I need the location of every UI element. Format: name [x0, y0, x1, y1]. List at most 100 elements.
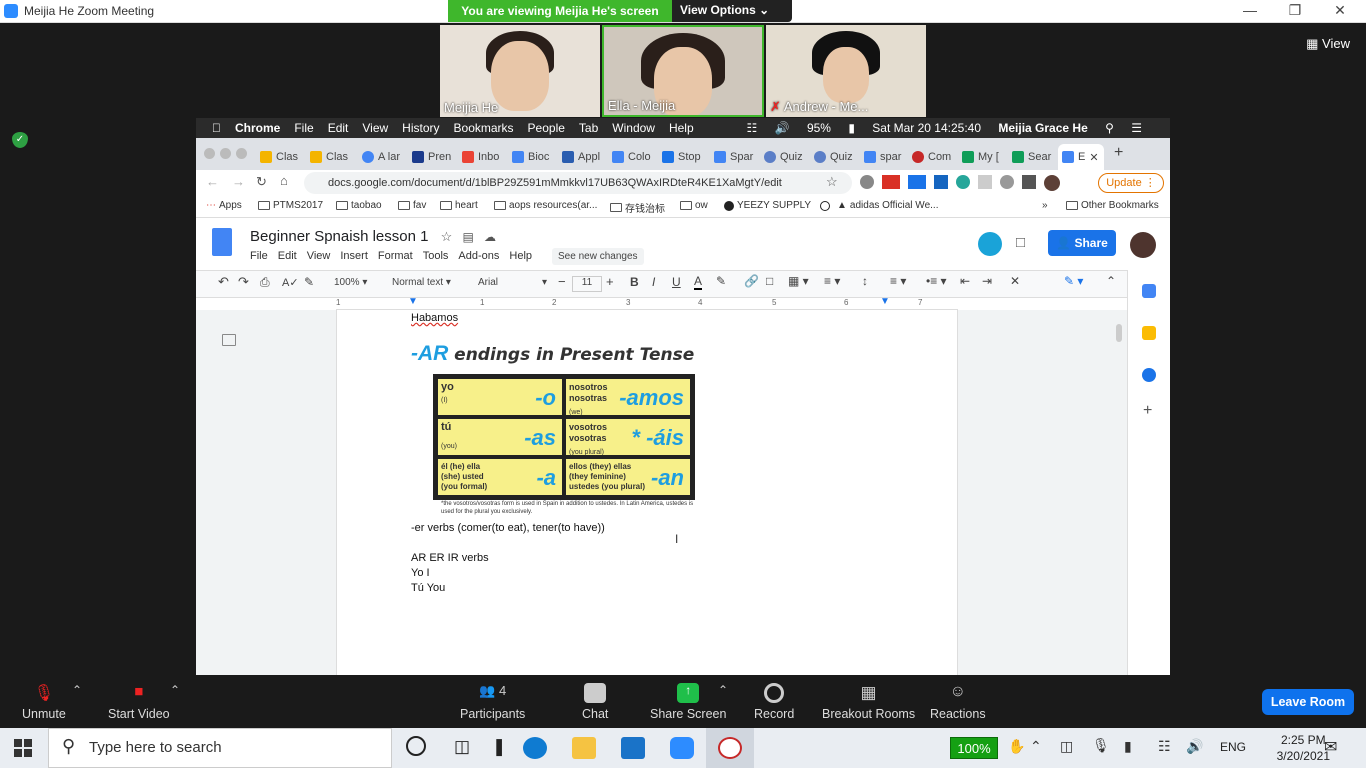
docs-menu-addons[interactable]: Add-ons [458, 250, 499, 262]
move-folder-icon[interactable]: ▤ [462, 230, 473, 244]
tab-search[interactable]: Sear [1012, 144, 1058, 170]
text-tu[interactable]: Tú You [411, 582, 445, 594]
link-icon[interactable]: 🔗 [744, 274, 759, 288]
tab-close-icon[interactable]: ✕ [1089, 151, 1098, 164]
participants-button[interactable]: 👥 4 Participants [460, 683, 525, 721]
puzzle-extensions-icon[interactable] [1022, 175, 1036, 189]
bookmark-aops[interactable]: aops resources(ar... [494, 200, 597, 211]
bookmark-adidas[interactable]: ▲ adidas Official We... [820, 200, 938, 211]
tab-appl[interactable]: Appl [562, 144, 608, 170]
tab-com[interactable]: Com [912, 144, 958, 170]
window-zoom-dot[interactable] [236, 148, 247, 159]
language-indicator[interactable]: ENG [1220, 740, 1246, 754]
docs-menu-insert[interactable]: Insert [340, 250, 368, 262]
tab-spar-2[interactable]: spar [864, 144, 910, 170]
gmail-extension-icon[interactable] [882, 175, 900, 189]
zoom-percent-badge[interactable]: 100% [950, 737, 998, 759]
bookmarks-more-icon[interactable]: » [1042, 200, 1048, 211]
volume-icon[interactable]: 🔊 [775, 121, 790, 135]
account-avatar[interactable] [1130, 232, 1156, 258]
font-size-increase-icon[interactable]: + [606, 274, 614, 289]
tab-colo[interactable]: Colo [612, 144, 658, 170]
google-docs-icon[interactable] [212, 228, 232, 256]
apple-icon[interactable]:  [212, 121, 221, 135]
zoom-select[interactable]: 100% ▾ [334, 277, 367, 288]
tab-spar-1[interactable]: Spar [714, 144, 760, 170]
clear-formatting-icon[interactable]: ✕ [1010, 274, 1020, 288]
docs-menu-edit[interactable]: Edit [278, 250, 297, 262]
indent-marker-icon[interactable]: ▼ [408, 296, 418, 307]
meet-avatar-icon[interactable] [978, 232, 1002, 256]
increase-indent-icon[interactable]: ⇥ [982, 274, 992, 288]
font-size-input[interactable]: 11 [572, 276, 602, 292]
battery-tray-icon[interactable]: ▮ [1124, 738, 1132, 755]
tab-classroom-1[interactable]: Clas [260, 144, 306, 170]
mac-menu-bookmarks[interactable]: Bookmarks [454, 121, 514, 135]
tray-chevron-icon[interactable]: ⌃ [1030, 738, 1042, 755]
screen-recorder-icon[interactable] [718, 737, 742, 759]
tab-quiz-1[interactable]: Quiz [764, 144, 810, 170]
mac-menu-view[interactable]: View [362, 121, 388, 135]
taskbar-search-input[interactable]: Type here to search [48, 728, 392, 768]
highlight-icon[interactable]: ✎ [716, 274, 726, 288]
touch-icon[interactable]: ✋ [1008, 738, 1025, 755]
bookmark-ptms2017[interactable]: PTMS2017 [258, 200, 323, 211]
profile-avatar[interactable] [1044, 175, 1060, 191]
italic-icon[interactable]: I [652, 275, 655, 289]
docs-menu-tools[interactable]: Tools [423, 250, 449, 262]
tab-pren[interactable]: Pren [412, 144, 458, 170]
bookmark-ow[interactable]: ow [680, 200, 708, 211]
calendar-icon[interactable] [1142, 284, 1156, 298]
text-yo[interactable]: Yo I [411, 567, 430, 579]
battery-percent[interactable]: 95% [807, 121, 831, 135]
tab-bioc[interactable]: Bioc [512, 144, 558, 170]
bookmark-yeezy[interactable]: YEEZY SUPPLY [724, 200, 811, 211]
bold-icon[interactable]: B [630, 275, 639, 289]
back-icon[interactable]: ← [206, 174, 219, 189]
windows-start-icon[interactable] [14, 739, 32, 757]
line-spacing-icon[interactable]: ↕ [862, 274, 868, 288]
docs-menu-view[interactable]: View [307, 250, 331, 262]
unmute-button[interactable]: 🎙 Unmute [22, 683, 66, 721]
tab-google[interactable]: A lar [362, 144, 408, 170]
font-size-decrease-icon[interactable]: − [558, 274, 566, 289]
decrease-indent-icon[interactable]: ⇤ [960, 274, 970, 288]
file-explorer-icon[interactable] [572, 737, 596, 759]
start-video-button[interactable]: ■ Start Video [108, 683, 170, 721]
mac-clock[interactable]: Sat Mar 20 14:25:40 [872, 121, 981, 135]
cloud-status-icon[interactable]: ☁ [484, 230, 496, 244]
tab-classroom-2[interactable]: Clas [310, 144, 356, 170]
text-habamos[interactable]: Habamos [411, 312, 458, 324]
tasks-icon[interactable] [1142, 368, 1156, 382]
numbered-list-icon[interactable]: ≡ ▾ [890, 274, 906, 288]
editing-mode-icon[interactable]: ✎ ▾ [1064, 274, 1083, 288]
bookmark-cunqian[interactable]: 存钱治标 [610, 200, 665, 215]
mac-app-name[interactable]: Chrome [235, 121, 280, 135]
star-icon[interactable]: ☆ [441, 229, 453, 244]
volume-tray-icon[interactable]: 🔊 [1186, 738, 1203, 755]
document-title[interactable]: Beginner Spnaish lesson 1 ☆ ▤ ☁ [250, 228, 496, 245]
print-icon[interactable]: ⎙ [260, 275, 270, 290]
reload-icon[interactable]: ↻ [256, 174, 267, 190]
align-icon[interactable]: ≡ ▾ [824, 274, 840, 288]
audio-options-chevron-icon[interactable]: ⌃ [72, 683, 82, 697]
collapse-toolbar-icon[interactable]: ⌃ [1106, 274, 1116, 288]
font-select[interactable]: Arial ▾ [478, 277, 547, 288]
mac-menu-people[interactable]: People [528, 121, 565, 135]
view-options-button[interactable]: View Options ⌄ [680, 3, 769, 17]
underline-icon[interactable]: U [672, 275, 681, 289]
taskbar-clock[interactable]: 2:25 PM 3/20/2021 [1277, 732, 1330, 764]
redo-icon[interactable]: ↷ [238, 274, 249, 290]
right-indent-marker-icon[interactable]: ▼ [880, 296, 890, 307]
control-center-icon[interactable]: ☰ [1131, 121, 1142, 135]
text-ar-er-ir[interactable]: AR ER IR verbs [411, 552, 489, 564]
spotlight-search-icon[interactable]: ⚲ [1105, 121, 1114, 135]
mac-menu-window[interactable]: Window [612, 121, 655, 135]
ruler[interactable]: 1 ▼ 1 2 3 4 5 6 ▼ 7 [336, 296, 958, 310]
share-options-chevron-icon[interactable]: ⌃ [718, 683, 728, 697]
scrollbar-thumb[interactable] [1116, 324, 1122, 342]
window-minimize-dot[interactable] [220, 148, 231, 159]
device-icon[interactable]: ◫ [1060, 738, 1073, 755]
chat-extension-icon[interactable] [1000, 175, 1014, 189]
minimize-icon[interactable]: — [1230, 2, 1270, 18]
